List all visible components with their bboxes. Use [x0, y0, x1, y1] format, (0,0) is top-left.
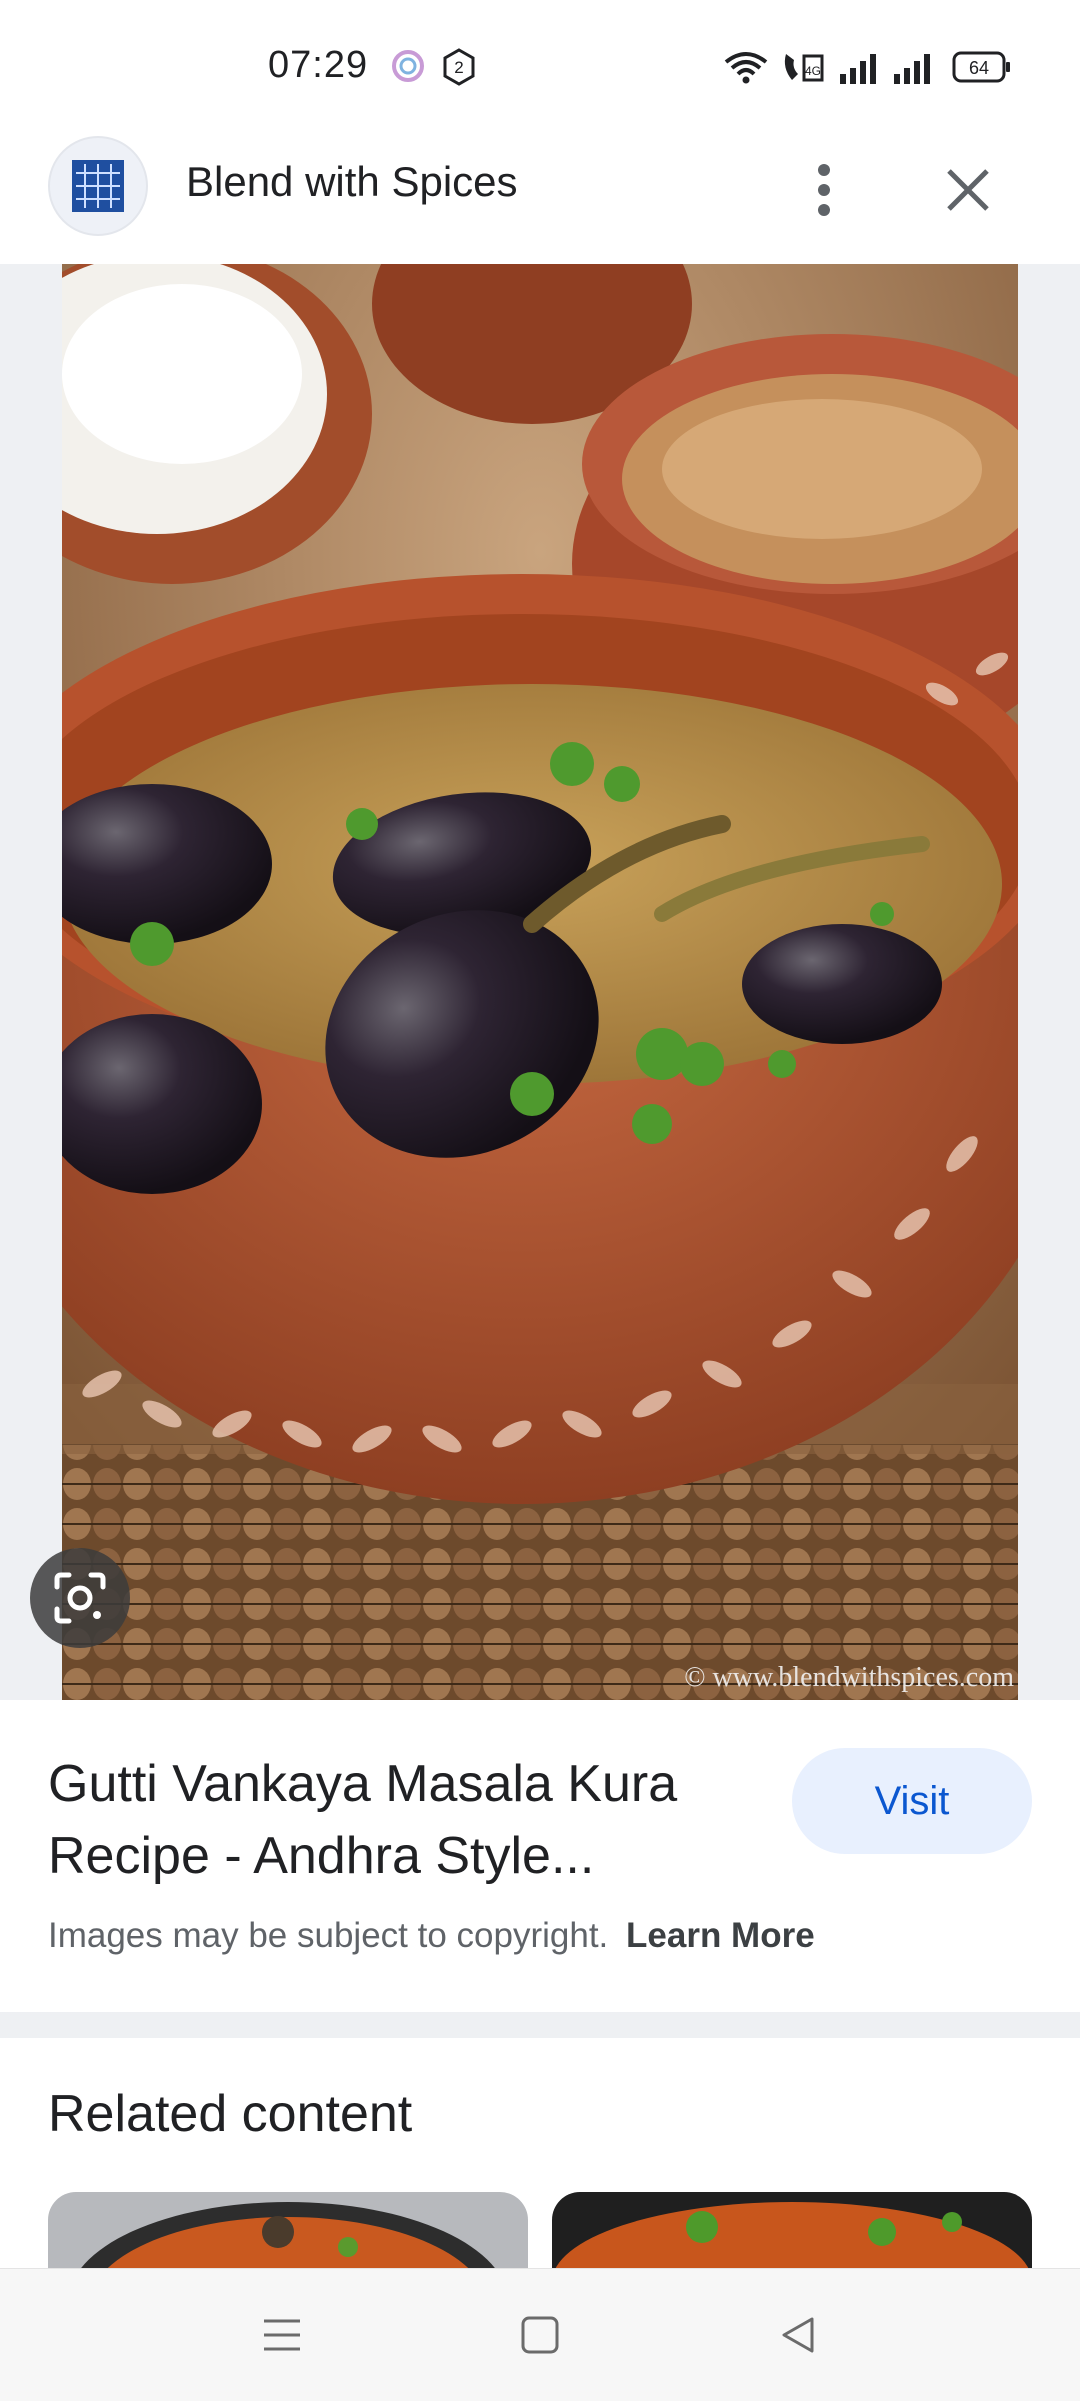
copyright-text: Images may be subject to copyright. — [48, 1916, 609, 1955]
image-preview-area: © www.blendwithspices.com — [0, 264, 1080, 1700]
recipe-image[interactable]: © www.blendwithspices.com — [62, 264, 1018, 1700]
svg-text:2: 2 — [454, 58, 463, 77]
recents-menu-icon[interactable] — [252, 2305, 312, 2365]
battery-icon: 64 — [952, 50, 1012, 89]
section-divider — [0, 2012, 1080, 2038]
signal-icon — [838, 52, 882, 89]
back-triangle-icon[interactable] — [768, 2305, 828, 2365]
close-icon[interactable] — [928, 150, 1008, 230]
related-thumbnail[interactable] — [552, 2192, 1032, 2272]
related-content-heading: Related content — [48, 2085, 413, 2143]
result-title[interactable]: Gutti Vankaya Masala Kura Recipe - Andhr… — [48, 1748, 748, 1892]
image-watermark: © www.blendwithspices.com — [684, 1662, 1014, 1693]
copyright-notice: Images may be subject to copyright. Lear… — [48, 1916, 815, 1956]
visit-button[interactable]: Visit — [792, 1748, 1032, 1854]
wifi-icon — [724, 50, 768, 89]
related-thumbnail[interactable] — [48, 2192, 528, 2272]
viewer-header: Blend with Spices — [0, 130, 1080, 265]
site-title[interactable]: Blend with Spices — [186, 158, 518, 206]
signal-icon — [892, 52, 936, 89]
home-square-icon[interactable] — [510, 2305, 570, 2365]
more-vert-icon[interactable] — [784, 150, 864, 230]
site-logo-icon[interactable] — [48, 136, 148, 236]
result-info-panel: Gutti Vankaya Masala Kura Recipe - Andhr… — [0, 1700, 1080, 2010]
notification-badge-icon: 2 — [442, 48, 476, 91]
status-bar: 07:29 2 4G 64 — [0, 0, 1080, 130]
assistant-icon — [390, 48, 426, 89]
svg-text:64: 64 — [969, 58, 989, 78]
svg-text:4G: 4G — [805, 64, 821, 78]
system-nav-bar — [0, 2268, 1080, 2401]
status-time: 07:29 — [268, 44, 369, 86]
volte-icon: 4G — [780, 50, 826, 89]
learn-more-link[interactable]: Learn More — [626, 1916, 815, 1955]
google-lens-icon[interactable] — [30, 1548, 130, 1648]
